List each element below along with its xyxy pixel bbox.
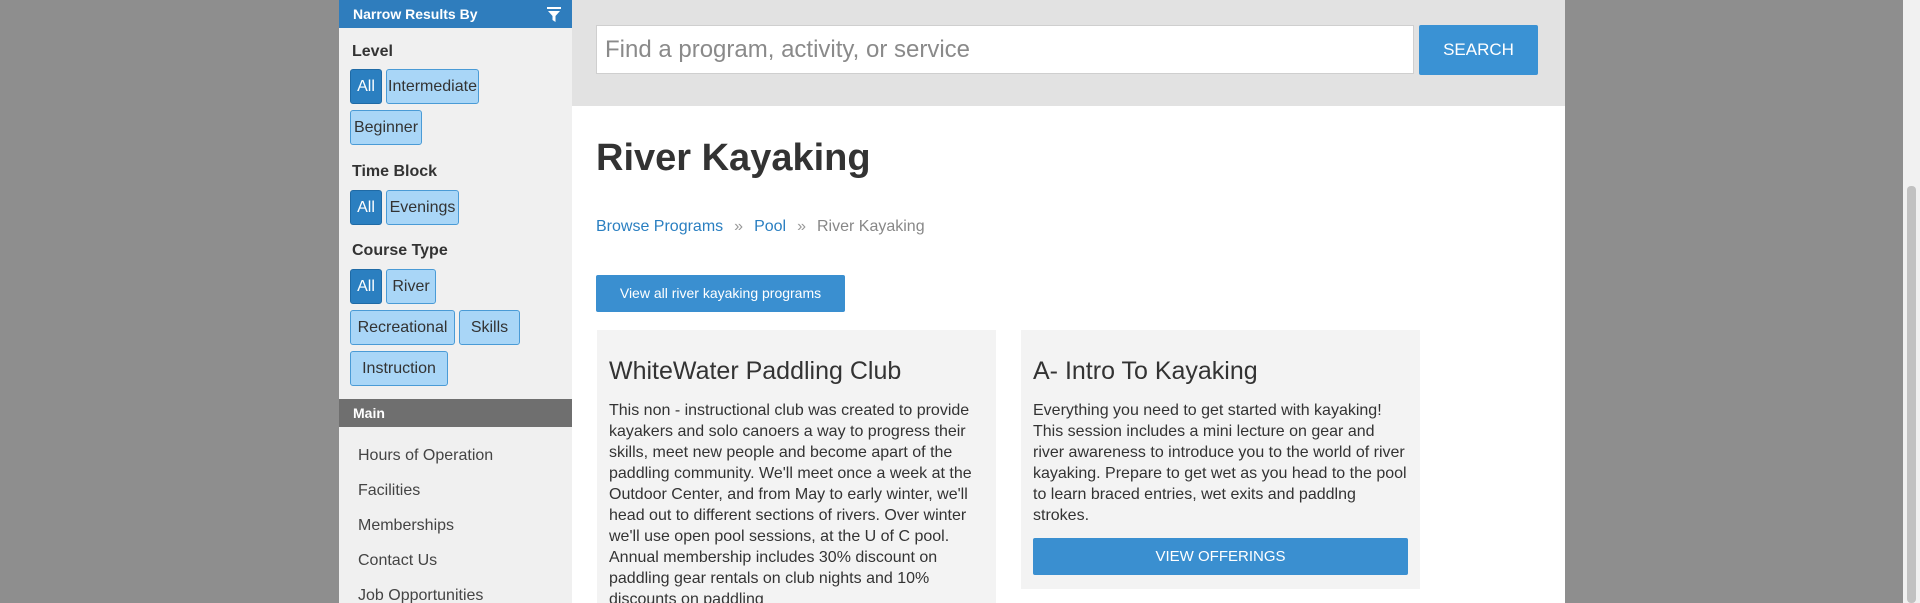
- nav-item-memberships[interactable]: Memberships: [358, 517, 454, 535]
- page: Narrow Results By Level All Intermediate…: [339, 0, 1565, 603]
- program-card: WhiteWater Paddling Club This non - inst…: [597, 330, 996, 603]
- card-description: Everything you need to get started with …: [1033, 402, 1407, 524]
- nav-item-contact[interactable]: Contact Us: [358, 552, 437, 570]
- filter-course-recreational[interactable]: Recreational: [350, 310, 455, 345]
- view-offerings-button[interactable]: VIEW OFFERINGS: [1033, 538, 1408, 575]
- card-description: This non - instructional club was create…: [609, 402, 972, 603]
- narrow-results-label: Narrow Results By: [353, 6, 478, 22]
- filter-group-course-type-label: Course Type: [352, 242, 448, 259]
- search-input[interactable]: [596, 25, 1414, 74]
- card-title[interactable]: WhiteWater Paddling Club: [609, 357, 984, 386]
- sidebar: Narrow Results By Level All Intermediate…: [339, 0, 572, 603]
- nav-item-jobs[interactable]: Job Opportunities: [358, 587, 483, 603]
- page-title: River Kayaking: [596, 137, 871, 179]
- scrollbar[interactable]: [1903, 0, 1920, 603]
- search-button[interactable]: SEARCH: [1419, 25, 1538, 75]
- search-bar: SEARCH: [572, 0, 1565, 106]
- breadcrumb-separator: »: [797, 218, 806, 235]
- breadcrumb-separator: »: [734, 218, 744, 235]
- view-all-programs-button[interactable]: View all river kayaking programs: [596, 275, 845, 312]
- program-card: A- Intro To Kayaking Everything you need…: [1021, 330, 1420, 589]
- breadcrumb: Browse Programs » Pool » River Kayaking: [596, 218, 925, 236]
- filter-level-beginner[interactable]: Beginner: [350, 110, 422, 145]
- filter-course-river[interactable]: River: [386, 269, 436, 304]
- filter-course-all[interactable]: All: [350, 269, 382, 304]
- card-title[interactable]: A- Intro To Kayaking: [1033, 357, 1408, 386]
- filter-time-all[interactable]: All: [350, 190, 382, 225]
- nav-item-facilities[interactable]: Facilities: [358, 482, 420, 500]
- nav-item-hours[interactable]: Hours of Operation: [358, 447, 493, 465]
- scrollbar-thumb[interactable]: [1907, 186, 1916, 603]
- narrow-results-header[interactable]: Narrow Results By: [339, 0, 572, 28]
- filter-group-time-block-label: Time Block: [352, 163, 438, 180]
- breadcrumb-browse-programs[interactable]: Browse Programs: [596, 218, 723, 235]
- filter-level-intermediate[interactable]: Intermediate: [386, 69, 479, 104]
- filter-group-level-label: Level: [352, 43, 393, 60]
- breadcrumb-pool[interactable]: Pool: [754, 218, 786, 235]
- filter-level-all[interactable]: All: [350, 69, 382, 104]
- filter-time-evenings[interactable]: Evenings: [386, 190, 459, 225]
- filter-course-skills[interactable]: Skills: [459, 310, 520, 345]
- main-nav-header: Main: [339, 399, 572, 427]
- filter-icon[interactable]: [546, 6, 562, 24]
- filter-course-instruction[interactable]: Instruction: [350, 351, 448, 386]
- breadcrumb-current: River Kayaking: [817, 218, 925, 235]
